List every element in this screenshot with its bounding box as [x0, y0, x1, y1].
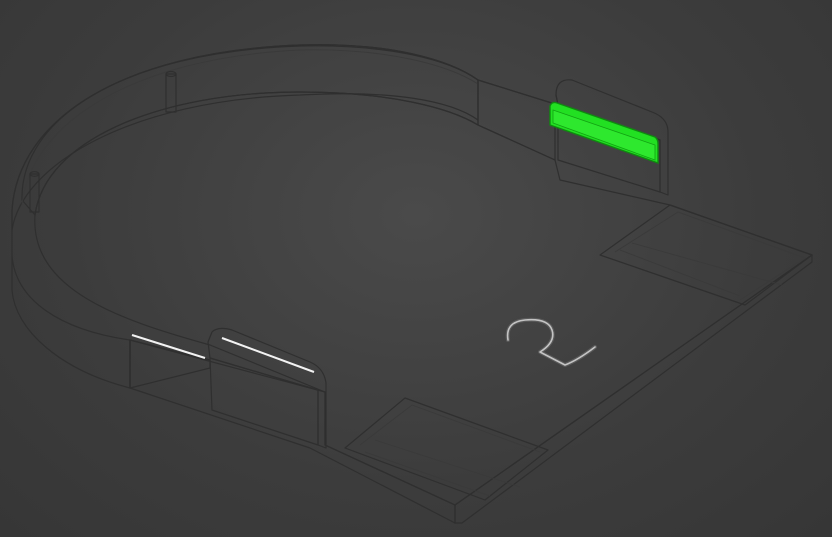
outer-wall-side[interactable]	[11, 44, 479, 231]
slot-back[interactable]	[599, 204, 813, 306]
right-wall-segment[interactable]	[477, 79, 556, 161]
front-tab[interactable]	[131, 327, 327, 449]
part-render[interactable]	[0, 0, 832, 537]
pin-far-left[interactable]	[29, 171, 40, 213]
cad-3d-viewport[interactable]	[0, 0, 832, 537]
base-front-face-2[interactable]	[129, 339, 456, 524]
base-outer-face[interactable]	[11, 209, 131, 389]
slot-front[interactable]	[344, 397, 549, 501]
wall-top-rim[interactable]	[11, 44, 556, 211]
base-floor-face[interactable]	[34, 91, 813, 506]
embossed-number-2	[505, 317, 597, 367]
inner-curved-wall[interactable]	[21, 45, 479, 216]
